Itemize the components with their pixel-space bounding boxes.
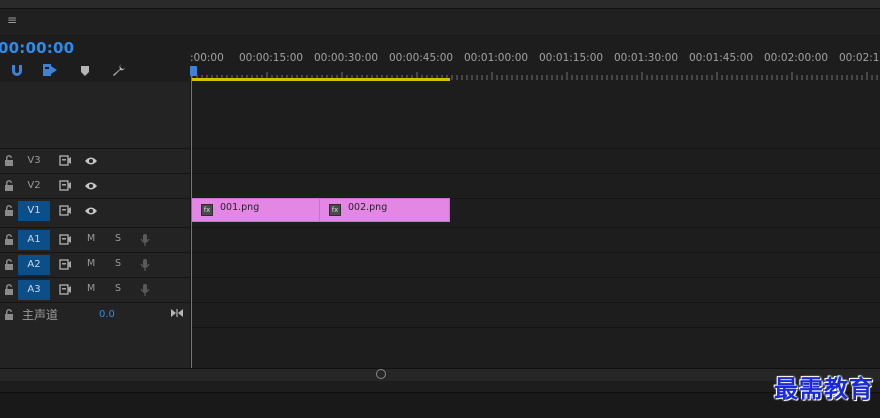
scroll-zoom-handle[interactable] [376,369,386,379]
horizontal-scrollbar[interactable] [0,368,880,381]
microphone-icon[interactable] [140,258,150,272]
track-header-a2: A2 M S [0,252,190,277]
clip-name: 002.png [348,202,388,213]
lane-v3[interactable] [191,148,880,173]
track-v2: V2 [0,173,880,197]
mute-button[interactable]: M [87,258,95,269]
microphone-icon[interactable] [140,283,150,297]
lane-a1[interactable] [191,227,880,252]
bottom-panel-strip [0,392,880,418]
track-a3: A3 M S [0,277,880,301]
lock-icon[interactable] [4,234,14,246]
sync-lock-icon[interactable] [59,205,72,216]
track-master: 主声道 0.0 [0,302,190,327]
lock-icon[interactable] [4,259,14,271]
ruler-label: 00:00:30:00 [314,52,379,64]
ruler-label: 00:01:15:00 [539,52,604,64]
lane-v2[interactable] [191,173,880,198]
go-to-in-out-icon[interactable] [170,308,184,318]
fx-badge-icon: fx [201,204,213,216]
ruler-label: 00:00:45:00 [389,52,454,64]
sync-lock-icon[interactable] [59,259,72,270]
ruler-label: 00:02:00:00 [764,52,829,64]
master-volume-value[interactable]: 0.0 [99,309,115,320]
eye-icon[interactable] [84,181,98,191]
timeline-toolbar [0,62,190,82]
sync-lock-icon[interactable] [59,234,72,245]
ruler-label: 00:01:45:00 [689,52,754,64]
solo-button[interactable]: S [115,258,121,269]
panel-header [0,9,880,36]
solo-button[interactable]: S [115,233,121,244]
clip-name: 001.png [220,202,260,213]
snap-magnet-icon[interactable] [10,62,26,78]
mute-button[interactable]: M [87,283,95,294]
clip-001[interactable]: fx 001.png [191,198,320,222]
panel-menu-icon[interactable]: ≡ [7,13,17,27]
ruler-label: 00:01:00:00 [464,52,529,64]
playhead-handle[interactable] [190,66,197,76]
track-a2: A2 M S [0,252,880,276]
solo-button[interactable]: S [115,283,121,294]
work-area-bar[interactable] [191,78,450,81]
linked-selection-icon[interactable] [42,62,58,78]
track-a1: A1 M S [0,227,880,251]
playhead-line [191,74,192,368]
lock-icon[interactable] [4,284,14,296]
time-ruler[interactable]: :00:00 00:00:15:00 00:00:30:00 00:00:45:… [190,42,880,82]
track-header-a3: A3 M S [0,277,190,302]
sync-lock-icon[interactable] [59,180,72,191]
add-marker-icon[interactable] [80,62,96,78]
ruler-label: 00:01:30:00 [614,52,679,64]
ruler-label: 00:00:15:00 [239,52,304,64]
track-name-v3[interactable]: V3 [18,151,50,171]
timeline-settings-wrench-icon[interactable] [112,62,128,78]
track-name-v1[interactable]: V1 [18,201,50,221]
eye-icon[interactable] [84,156,98,166]
master-track-label: 主声道 [22,308,59,322]
ruler-label: 00:02:15 [839,52,880,64]
track-header-v1: V1 [0,198,190,223]
track-header-v2: V2 [0,173,190,198]
track-name-v2[interactable]: V2 [18,176,50,196]
track-v3: V3 [0,148,880,172]
track-name-a2[interactable]: A2 [18,255,50,275]
ruler-label: :00:00 [190,52,224,64]
microphone-icon[interactable] [140,233,150,247]
watermark-logo: 最需教育 [774,374,874,403]
lock-icon[interactable] [4,180,14,192]
lane-a3[interactable] [191,277,880,302]
lock-icon[interactable] [4,309,14,321]
track-name-a3[interactable]: A3 [18,280,50,300]
lock-icon[interactable] [4,205,14,217]
lane-master[interactable] [191,302,880,328]
sync-lock-icon[interactable] [59,155,72,166]
sync-lock-icon[interactable] [59,284,72,295]
eye-icon[interactable] [84,206,98,216]
playhead-timecode[interactable]: 00:00:00 [0,39,74,57]
track-header-v3: V3 [0,148,190,173]
fx-badge-icon: fx [329,204,341,216]
lane-a2[interactable] [191,252,880,277]
track-name-a1[interactable]: A1 [18,230,50,250]
track-header-a1: A1 M S [0,227,190,252]
panel-top-border [0,0,880,9]
clip-002[interactable]: fx 002.png [319,198,450,222]
lock-icon[interactable] [4,155,14,167]
mute-button[interactable]: M [87,233,95,244]
